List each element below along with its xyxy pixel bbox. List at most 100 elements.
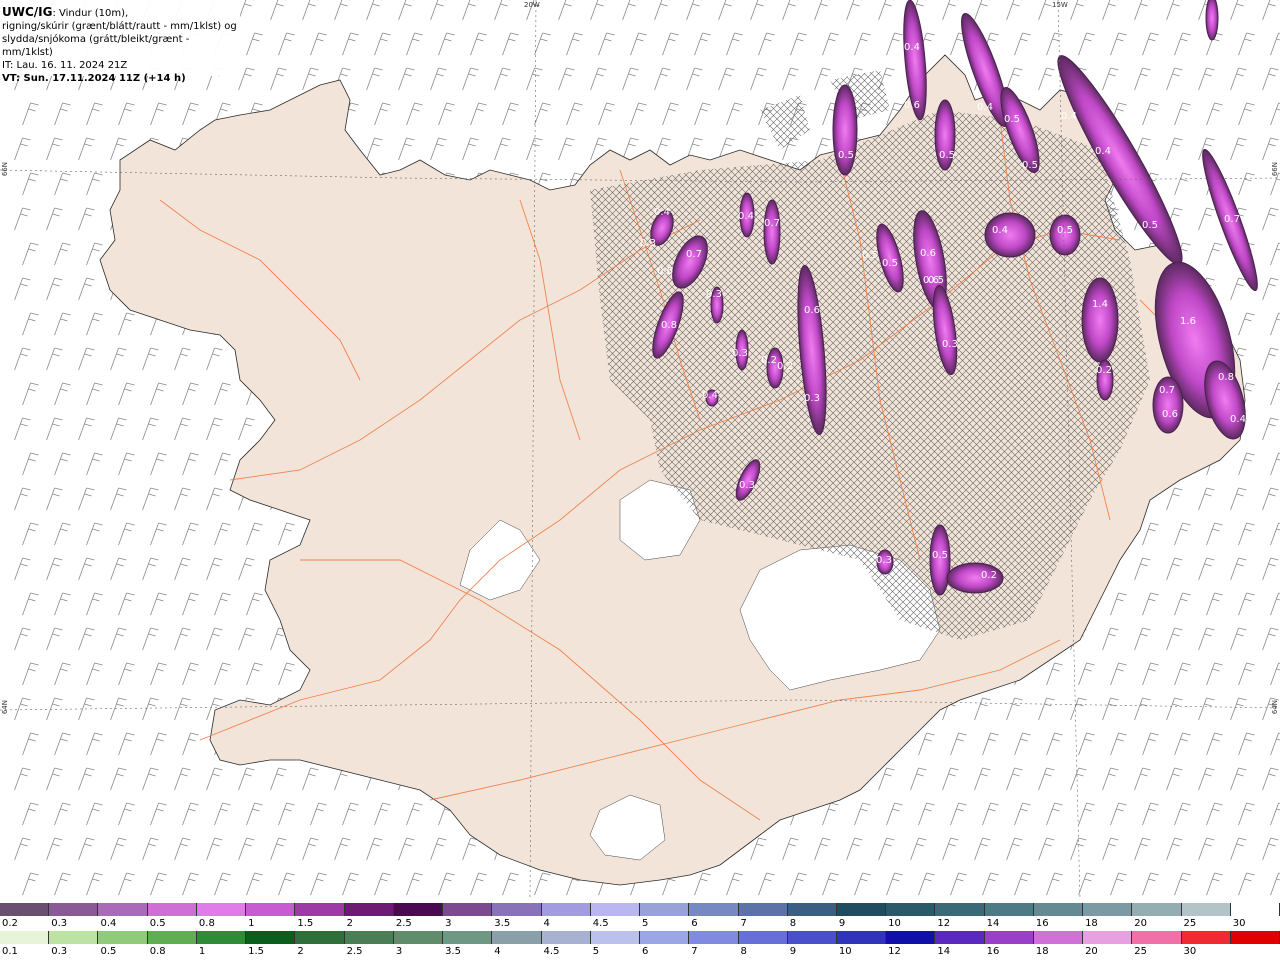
precip-value-label: 0.4	[654, 207, 670, 218]
scale-swatch	[886, 931, 936, 944]
precip-value-label: 0.3	[739, 480, 755, 491]
precip-value-label: 0.6	[904, 100, 920, 111]
precip-value-label: 0.8	[661, 320, 677, 331]
scale-swatch	[443, 903, 493, 916]
precip-value-label: 0.5	[882, 258, 898, 269]
scale-swatch	[836, 931, 887, 944]
scale-label: 8	[740, 946, 747, 957]
scale-swatch	[443, 931, 493, 944]
precip-value-label: 0.6	[923, 275, 939, 286]
scale-swatch	[393, 931, 444, 944]
precip-value-label: 0.5	[862, 250, 878, 261]
scale-label: 5	[592, 946, 600, 957]
scale-swatch	[935, 931, 985, 944]
scale-swatch	[984, 931, 1034, 944]
scale-label: 0.3	[51, 946, 68, 957]
scale-label: 5	[642, 918, 649, 929]
scale-swatch	[295, 903, 345, 916]
map-title: UWC/IG	[2, 5, 53, 19]
precip-value-label: 0.8	[1218, 372, 1234, 383]
precip-value-label: 0.3	[732, 348, 748, 359]
precip-value-label: 0.4	[702, 390, 718, 401]
precip-value-label: 0.3	[640, 238, 656, 249]
scale-swatch	[246, 931, 296, 944]
rain-scale-labels: 0.1 0.3 0.5 0.8 1 1.5 2 2.5 3 3.5 4 4.5 5 6 7 8 9 10 12 14 1…	[0, 946, 1280, 958]
scale-swatch	[295, 931, 345, 944]
scale-label: 7	[740, 918, 747, 929]
scale-swatch	[640, 931, 690, 944]
scale-swatch	[492, 903, 542, 916]
scale-swatch	[935, 903, 985, 916]
lat-label-64n-right: 64N	[1271, 700, 1279, 715]
precip-value-label: 0.7	[1224, 214, 1240, 225]
scale-label: 30	[1183, 946, 1197, 957]
scale-label: 0.5	[149, 918, 166, 929]
scale-swatch	[689, 903, 739, 916]
precip-value-label: 0.4	[977, 102, 993, 113]
precip-value-label: 0.4	[1095, 146, 1111, 157]
scale-label: 9	[789, 946, 797, 957]
weather-map: 0.4 0.3 0.6 0.7 0.8 0.4 0.7 0.5 0.4 0.6 0.5 0.4 0.5 0…	[0, 0, 1280, 900]
scale-swatch	[49, 931, 99, 944]
scale-label: 1	[198, 946, 206, 957]
precip-value-label: 0.2	[761, 355, 777, 366]
lat-label-66n-right: 66N	[1271, 162, 1279, 177]
map-line1: : Vindur (10m),	[52, 8, 129, 19]
scale-label: 12	[937, 918, 951, 929]
map-line2: rigning/skúrir (grænt/blátt/rautt - mm/1…	[2, 21, 237, 32]
scale-swatch	[1230, 903, 1280, 916]
scale-swatch	[344, 931, 394, 944]
scale-swatch	[344, 903, 394, 916]
snow-scale-labels: 0.2 0.3 0.4 0.5 0.8 1 1.5 2 2.5 3 3.5 4 4.5 5 6 7 8 9 10 12…	[0, 918, 1280, 930]
precip-value-label: 0.5	[1057, 225, 1073, 236]
precip-value-label: 0.5	[838, 150, 854, 161]
precip-value-label: 0.4	[1230, 414, 1246, 425]
snow-color-scale	[0, 903, 1280, 916]
lat-label-64n-left: 64N	[1, 700, 9, 715]
scale-swatch	[147, 931, 197, 944]
precip-value-label: 0.7	[686, 249, 702, 260]
rain-color-scale	[0, 931, 1280, 944]
lon-label-20w: 20W	[524, 1, 540, 9]
scale-label: 6	[642, 946, 649, 957]
precip-value-label: 0.4	[904, 42, 920, 53]
scale-label: 10	[888, 918, 901, 929]
scale-swatch	[836, 903, 887, 916]
scale-swatch	[590, 903, 641, 916]
precip-value-label: 0.5	[1022, 160, 1038, 171]
scale-label: 3	[445, 918, 452, 929]
map-info-box: UWC/IG: Vindur (10m), rigning/skúrir (gr…	[0, 0, 240, 84]
scale-swatch	[787, 903, 837, 916]
init-time: IT: Lau. 16. 11. 2024 21Z	[2, 60, 128, 71]
scale-label: 16	[986, 946, 1000, 957]
precip-value-label: 0.2	[1096, 365, 1112, 376]
scale-label: 3	[395, 946, 403, 957]
precip-value-label: 1.4	[1092, 299, 1108, 310]
scale-swatch	[393, 903, 444, 916]
precip-value-label: 0.7	[764, 218, 780, 229]
scale-label: 2.5	[346, 946, 363, 957]
scale-label: 14	[937, 946, 951, 957]
scale-swatch	[1181, 931, 1231, 944]
scale-swatch	[196, 931, 247, 944]
scale-label: 30	[1232, 918, 1246, 929]
scale-label: 16	[1035, 918, 1049, 929]
scale-swatch	[98, 903, 148, 916]
scale-swatch	[1181, 903, 1231, 916]
scale-swatch	[1083, 931, 1133, 944]
scale-label: 4	[543, 918, 550, 929]
scale-label: 1.5	[248, 946, 265, 957]
precip-value-label: 0.3	[804, 393, 820, 404]
precip-value-label: 0.4	[1061, 111, 1077, 122]
scale-label: 3.5	[494, 918, 511, 929]
scale-label: 25	[1134, 946, 1148, 957]
precip-value-label: 0.6	[920, 248, 936, 259]
scale-swatch	[1033, 903, 1084, 916]
scale-swatch	[541, 903, 591, 916]
scale-label: 1.5	[297, 918, 314, 929]
scale-label: 1	[248, 918, 255, 929]
scale-label: 25	[1183, 918, 1197, 929]
scale-label: 2	[346, 918, 353, 929]
scale-label: 6	[691, 918, 698, 929]
scale-swatch	[984, 903, 1034, 916]
